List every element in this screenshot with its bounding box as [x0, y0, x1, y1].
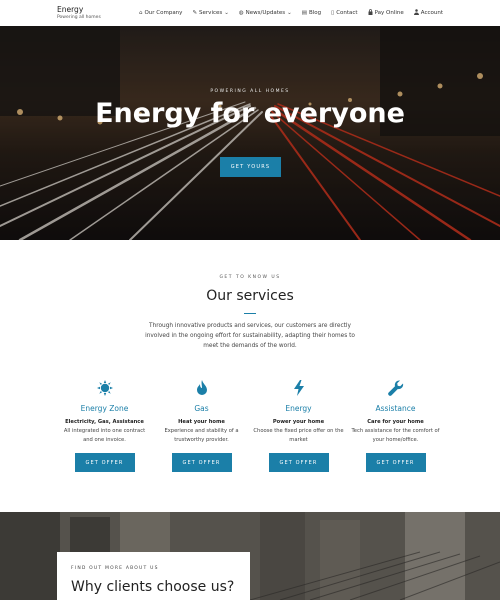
nav-item-services[interactable]: ✎ Services ⌄: [192, 10, 228, 16]
hero-title: Energy for everyone: [95, 98, 405, 129]
nav-label: News/Updates: [245, 10, 286, 16]
get-offer-button[interactable]: GET OFFER: [365, 453, 426, 472]
hero-section: POWERING ALL HOMES Energy for everyone G…: [0, 26, 500, 240]
card-subtitle: Electricity, Gas, Assistance: [65, 419, 144, 425]
building-icon: ⌂: [138, 10, 143, 16]
get-offer-button[interactable]: GET OFFER: [268, 453, 329, 472]
nav-label: Pay Online: [374, 10, 404, 16]
chevron-down-icon: ⌄: [224, 10, 229, 16]
blog-icon: ▤: [301, 10, 307, 16]
why-title: Why clients choose us?: [71, 579, 235, 595]
services-kicker: GET TO KNOW US: [219, 275, 281, 280]
nav-item-pay-online[interactable]: Pay Online: [368, 9, 404, 17]
title-divider: [244, 313, 256, 314]
nav-item-our-company[interactable]: ⌂ Our Company: [139, 10, 183, 16]
service-card-energy-zone: Energy Zone Electricity, Gas, Assistance…: [56, 380, 153, 472]
card-title[interactable]: Energy Zone: [81, 404, 129, 413]
card-description: Tech assistance for the comfort of your …: [351, 428, 440, 443]
nav-item-news-updates[interactable]: ◍ News/Updates ⌄: [239, 10, 292, 16]
card-description: Choose the fixed price offer on the mark…: [253, 428, 344, 443]
nav-item-blog[interactable]: ▤ Blog: [302, 10, 321, 16]
nav-label: Account: [420, 10, 443, 16]
card-title[interactable]: Energy: [285, 404, 311, 413]
card-description: Experience and stability of a trustworth…: [164, 428, 239, 443]
sun-icon: [96, 380, 113, 396]
service-cards: Energy Zone Electricity, Gas, Assistance…: [56, 380, 444, 472]
hero-content: POWERING ALL HOMES Energy for everyone G…: [0, 26, 500, 240]
lock-icon: [368, 9, 373, 17]
service-card-gas: Gas Heat your home Experience and stabil…: [153, 380, 250, 472]
flame-icon: [194, 380, 210, 396]
nav-item-contact[interactable]: ▯ Contact: [331, 10, 357, 16]
site-name[interactable]: Energy: [57, 5, 101, 14]
get-offer-button[interactable]: GET OFFER: [171, 453, 232, 472]
nav-label: Blog: [308, 10, 322, 16]
chevron-down-icon: ⌄: [287, 10, 292, 16]
wrench-icon: [387, 380, 404, 396]
get-offer-button[interactable]: GET OFFER: [74, 453, 135, 472]
why-card: FIND OUT MORE ABOUT US Why clients choos…: [57, 552, 250, 600]
services-section: GET TO KNOW US Our services Through inno…: [0, 240, 500, 512]
services-intro: Through innovative products and services…: [145, 323, 355, 349]
card-subtitle: Power your home: [272, 419, 325, 425]
services-title: Our services: [206, 288, 294, 304]
wrench-icon: ✎: [192, 10, 198, 16]
card-title[interactable]: Assistance: [376, 404, 416, 413]
user-icon: [413, 9, 419, 17]
nav-label: Contact: [336, 10, 358, 16]
bolt-icon: [291, 380, 307, 396]
site-tagline: Powering all homes: [57, 15, 101, 20]
nav-label: Services: [199, 10, 223, 16]
card-subtitle: Care for your home: [367, 419, 424, 425]
card-subtitle: Heat your home: [178, 419, 225, 425]
brand[interactable]: Energy Powering all homes: [57, 5, 101, 21]
service-card-assistance: Assistance Care for your home Tech assis…: [347, 380, 444, 472]
site-header: Energy Powering all homes ⌂ Our Company …: [0, 0, 500, 26]
get-yours-button[interactable]: GET YOURS: [220, 157, 281, 177]
globe-icon: ◍: [238, 10, 244, 16]
why-section: FIND OUT MORE ABOUT US Why clients choos…: [0, 512, 500, 600]
nav-label: Our Company: [144, 10, 183, 16]
service-card-energy: Energy Power your home Choose the fixed …: [250, 380, 347, 472]
main-nav: ⌂ Our Company ✎ Services ⌄ ◍ News/Update…: [139, 9, 443, 17]
hero-kicker: POWERING ALL HOMES: [210, 89, 290, 94]
card-description: All integrated into one contract and one…: [63, 428, 146, 443]
card-title[interactable]: Gas: [194, 404, 208, 413]
phone-icon: ▯: [331, 10, 335, 16]
why-kicker: FIND OUT MORE ABOUT US: [71, 566, 159, 571]
nav-item-account[interactable]: Account: [413, 9, 443, 17]
